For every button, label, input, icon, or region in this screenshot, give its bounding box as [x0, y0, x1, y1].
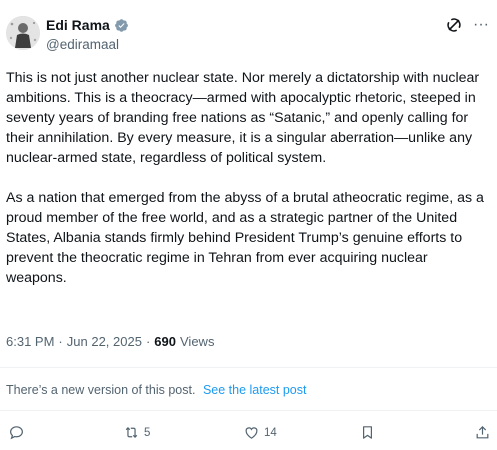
like-icon — [245, 427, 258, 439]
like-count: 14 — [264, 426, 277, 439]
verified-badge-icon[interactable] — [114, 18, 129, 33]
share-button[interactable] — [474, 424, 491, 441]
post-header: Edi Rama @ediramaal ··· — [6, 12, 491, 56]
post-text: This is not just another nuclear state. … — [6, 68, 492, 308]
new-version-notice: There’s a new version of this post. See … — [6, 383, 306, 397]
repost-count: 5 — [144, 426, 151, 439]
divider — [0, 367, 497, 368]
meta-separator: · — [145, 334, 151, 349]
bookmark-icon — [363, 426, 372, 439]
views-count: 690 — [154, 334, 176, 349]
new-version-text: There’s a new version of this post. — [6, 383, 196, 397]
share-icon — [476, 425, 489, 439]
post-meta: 6:31 PM · Jun 22, 2025 · 690 Views — [6, 334, 214, 349]
repost-button[interactable]: 5 — [123, 424, 150, 441]
header-actions: ··· — [445, 16, 491, 34]
divider — [0, 410, 497, 411]
action-bar: 5 14 — [0, 424, 497, 446]
like-button[interactable]: 14 — [243, 424, 277, 441]
display-name[interactable]: Edi Rama — [46, 17, 110, 33]
post-paragraph: This is not just another nuclear state. … — [6, 70, 480, 166]
author-handle[interactable]: @ediramaal — [46, 37, 129, 52]
repost-icon — [125, 427, 138, 438]
post-date[interactable]: Jun 22, 2025 — [67, 334, 142, 349]
bookmark-button[interactable] — [359, 424, 380, 441]
see-latest-post-link[interactable]: See the latest post — [203, 383, 307, 397]
more-icon[interactable]: ··· — [471, 16, 491, 34]
avatar[interactable] — [6, 16, 40, 50]
reply-button[interactable] — [8, 424, 29, 441]
avatar-image — [6, 16, 40, 50]
display-name-row: Edi Rama — [46, 16, 129, 34]
meta-separator: · — [58, 334, 63, 349]
reply-icon — [10, 426, 23, 440]
views-label: Views — [180, 334, 215, 349]
grok-icon[interactable] — [445, 16, 463, 34]
post-paragraph: As a nation that emerged from the abyss … — [6, 190, 484, 286]
post-time[interactable]: 6:31 PM — [6, 334, 54, 349]
author-names: Edi Rama @ediramaal — [46, 16, 129, 52]
